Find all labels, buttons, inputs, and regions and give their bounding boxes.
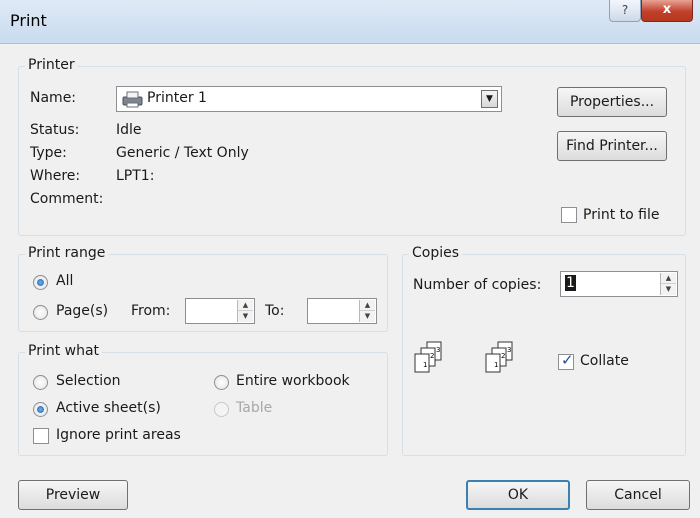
print-what-table-radio — [214, 402, 229, 417]
print-what-table-label: Table — [236, 400, 273, 416]
printer-group-legend: Printer — [25, 57, 78, 73]
from-page-spinner[interactable]: ▲ ▼ — [185, 298, 255, 324]
chevron-down-icon[interactable]: ▼ — [481, 90, 498, 108]
print-range-all-label[interactable]: All — [56, 273, 73, 289]
print-what-selection-radio[interactable] — [33, 375, 48, 390]
from-label: From: — [131, 303, 171, 319]
cancel-button[interactable]: Cancel — [586, 480, 690, 510]
ok-button[interactable]: OK — [466, 480, 570, 510]
print-what-legend: Print what — [25, 343, 103, 359]
number-of-copies-label: Number of copies: — [413, 277, 542, 293]
number-of-copies-value: 1 — [565, 275, 576, 291]
copies-legend: Copies — [409, 245, 463, 261]
comment-label: Comment: — [30, 191, 104, 207]
print-range-legend: Print range — [25, 245, 109, 261]
collate-checkbox[interactable]: ✓ — [558, 351, 574, 370]
printer-name-select[interactable]: Printer 1 ▼ — [116, 86, 502, 112]
type-label: Type: — [30, 145, 67, 161]
spin-up-icon[interactable]: ▲ — [238, 300, 253, 311]
checkmark-icon: ✓ — [561, 351, 574, 369]
number-of-copies-spinner[interactable]: 1 ▲ ▼ — [560, 271, 678, 297]
collate-page-number: 1 — [423, 361, 427, 369]
spin-down-icon[interactable]: ▼ — [661, 284, 676, 295]
print-what-active-sheets-radio[interactable] — [33, 402, 48, 417]
print-range-pages-radio[interactable] — [33, 305, 48, 320]
collate-page-number: 3 — [436, 346, 440, 354]
print-what-selection-label[interactable]: Selection — [56, 373, 121, 389]
print-range-pages-label[interactable]: Page(s) — [56, 303, 108, 319]
find-printer-button[interactable]: Find Printer... — [557, 131, 667, 161]
from-spin-buttons: ▲ ▼ — [237, 300, 253, 322]
close-button[interactable]: x — [641, 0, 693, 22]
collate-label[interactable]: Collate — [580, 353, 629, 369]
close-icon: x — [662, 2, 672, 17]
collate-page-number: 2 — [430, 352, 434, 360]
properties-button[interactable]: Properties... — [557, 87, 667, 117]
print-what-entire-workbook-radio[interactable] — [214, 375, 229, 390]
print-range-all-radio[interactable] — [33, 275, 48, 290]
ignore-print-areas-checkbox[interactable] — [33, 428, 49, 444]
spin-down-icon[interactable]: ▼ — [360, 311, 375, 322]
collate-page-number: 2 — [501, 352, 505, 360]
collate-page-number: 3 — [507, 346, 511, 354]
title-bar: Print ? x — [0, 0, 700, 44]
where-value: LPT1: — [116, 168, 155, 184]
help-icon: ? — [621, 3, 629, 17]
printer-name-value: Printer 1 — [147, 90, 207, 106]
copies-spin-buttons: ▲ ▼ — [660, 273, 676, 295]
print-what-active-sheets-label[interactable]: Active sheet(s) — [56, 400, 161, 416]
collate-page-number: 1 — [494, 361, 498, 369]
to-label: To: — [265, 303, 285, 319]
preview-button[interactable]: Preview — [18, 480, 128, 510]
window-title: Print — [10, 11, 47, 30]
to-spin-buttons: ▲ ▼ — [359, 300, 375, 322]
print-to-file-checkbox[interactable] — [561, 207, 577, 223]
spin-up-icon[interactable]: ▲ — [360, 300, 375, 311]
printer-name-label: Name: — [30, 90, 77, 106]
status-label: Status: — [30, 122, 80, 138]
status-value: Idle — [116, 122, 142, 138]
help-button[interactable]: ? — [609, 0, 641, 22]
type-value: Generic / Text Only — [116, 145, 249, 161]
collate-pages-icon: 3 2 1 — [485, 341, 513, 373]
spin-down-icon[interactable]: ▼ — [238, 311, 253, 322]
collate-pages-icon: 3 2 1 — [414, 341, 442, 373]
spin-up-icon[interactable]: ▲ — [661, 273, 676, 284]
print-to-file-label[interactable]: Print to file — [583, 207, 659, 223]
print-what-entire-workbook-label[interactable]: Entire workbook — [236, 373, 350, 389]
ignore-print-areas-label[interactable]: Ignore print areas — [56, 427, 181, 443]
where-label: Where: — [30, 168, 81, 184]
to-page-spinner[interactable]: ▲ ▼ — [307, 298, 377, 324]
printer-icon — [122, 91, 143, 108]
